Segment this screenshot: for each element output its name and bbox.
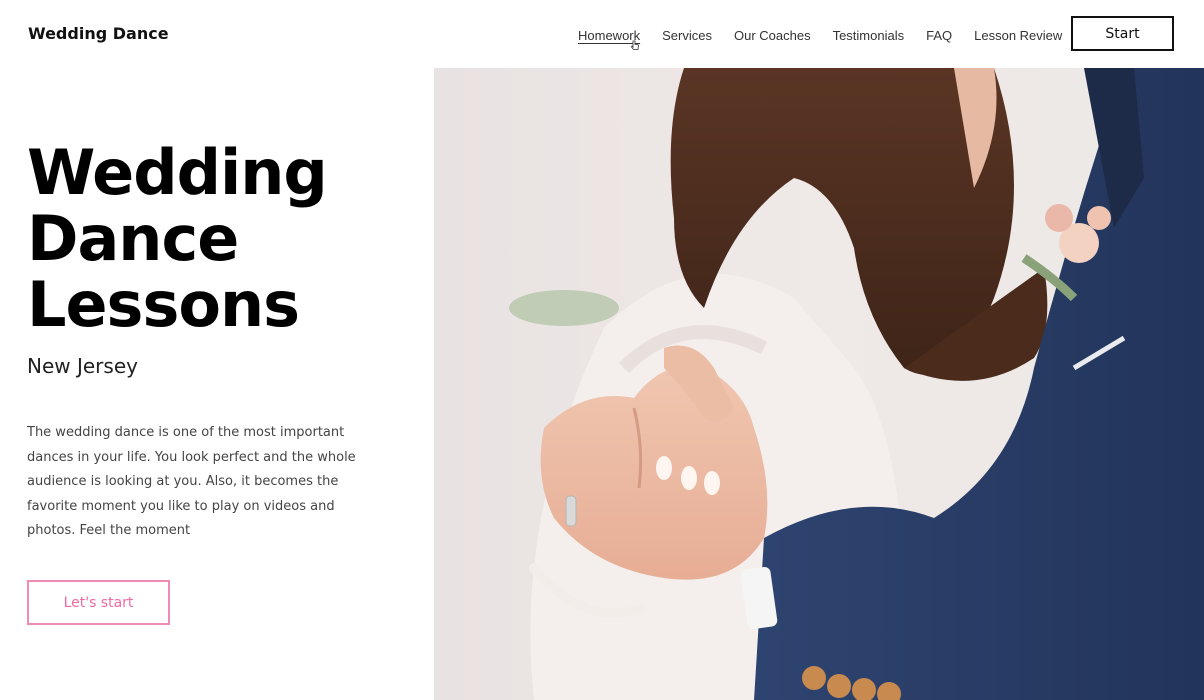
lets-start-button[interactable]: Let's start bbox=[27, 580, 170, 625]
nav-services[interactable]: Services bbox=[662, 28, 712, 43]
couple-illustration bbox=[434, 68, 1204, 700]
site-header: Wedding Dance Homework Services Our Coac… bbox=[0, 0, 1204, 68]
nav-our-coaches[interactable]: Our Coaches bbox=[734, 28, 811, 43]
nav-lesson-review[interactable]: Lesson Review bbox=[974, 28, 1062, 43]
hero-photo-couple-dancing bbox=[434, 68, 1204, 700]
nav-testimonials[interactable]: Testimonials bbox=[833, 28, 905, 43]
hero-title-line: Wedding bbox=[27, 136, 328, 209]
main-nav: Homework Services Our Coaches Testimonia… bbox=[578, 28, 1084, 43]
hero-title: Wedding Dance Lessons bbox=[27, 140, 427, 338]
location-subtitle: New Jersey bbox=[27, 354, 138, 378]
start-button[interactable]: Start bbox=[1071, 16, 1174, 51]
hero-title-line: Dance bbox=[27, 202, 239, 275]
brand-logo[interactable]: Wedding Dance bbox=[28, 24, 169, 43]
nav-faq[interactable]: FAQ bbox=[926, 28, 952, 43]
hero-title-line: Lessons bbox=[27, 268, 300, 341]
hand-cursor-icon bbox=[631, 40, 639, 50]
hero-description: The wedding dance is one of the most imp… bbox=[27, 425, 356, 538]
